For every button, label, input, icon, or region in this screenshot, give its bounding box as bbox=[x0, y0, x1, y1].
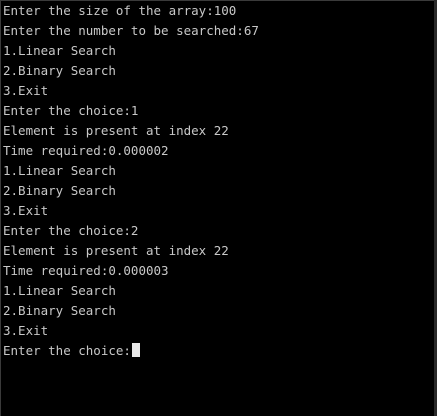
prompt-choice-current: Enter the choice: bbox=[3, 343, 131, 358]
text-cursor bbox=[131, 343, 140, 357]
time-result: Time required:0.000003 bbox=[3, 263, 169, 278]
menu-option-binary-search: 2.Binary Search bbox=[3, 63, 116, 78]
console-window[interactable]: Enter the size of the array:100 Enter th… bbox=[0, 0, 434, 416]
menu-option-linear-search: 1.Linear Search bbox=[3, 43, 116, 58]
prompt-search-number: Enter the number to be searched:67 bbox=[3, 23, 259, 38]
menu-option-linear-search: 1.Linear Search bbox=[3, 283, 116, 298]
prompt-array-size: Enter the size of the array:100 bbox=[3, 3, 237, 18]
prompt-choice: Enter the choice:1 bbox=[3, 103, 139, 118]
result-message: Element is present at index 22 bbox=[3, 243, 229, 258]
prompt-choice: Enter the choice:2 bbox=[3, 223, 139, 238]
menu-option-exit: 3.Exit bbox=[3, 83, 49, 98]
menu-option-binary-search: 2.Binary Search bbox=[3, 183, 116, 198]
result-message: Element is present at index 22 bbox=[3, 123, 229, 138]
menu-option-linear-search: 1.Linear Search bbox=[3, 163, 116, 178]
menu-option-exit: 3.Exit bbox=[3, 323, 49, 338]
input-prompt-line[interactable]: Enter the choice: bbox=[3, 341, 434, 361]
time-result: Time required:0.000002 bbox=[3, 143, 169, 158]
menu-option-binary-search: 2.Binary Search bbox=[3, 303, 116, 318]
menu-option-exit: 3.Exit bbox=[3, 203, 49, 218]
